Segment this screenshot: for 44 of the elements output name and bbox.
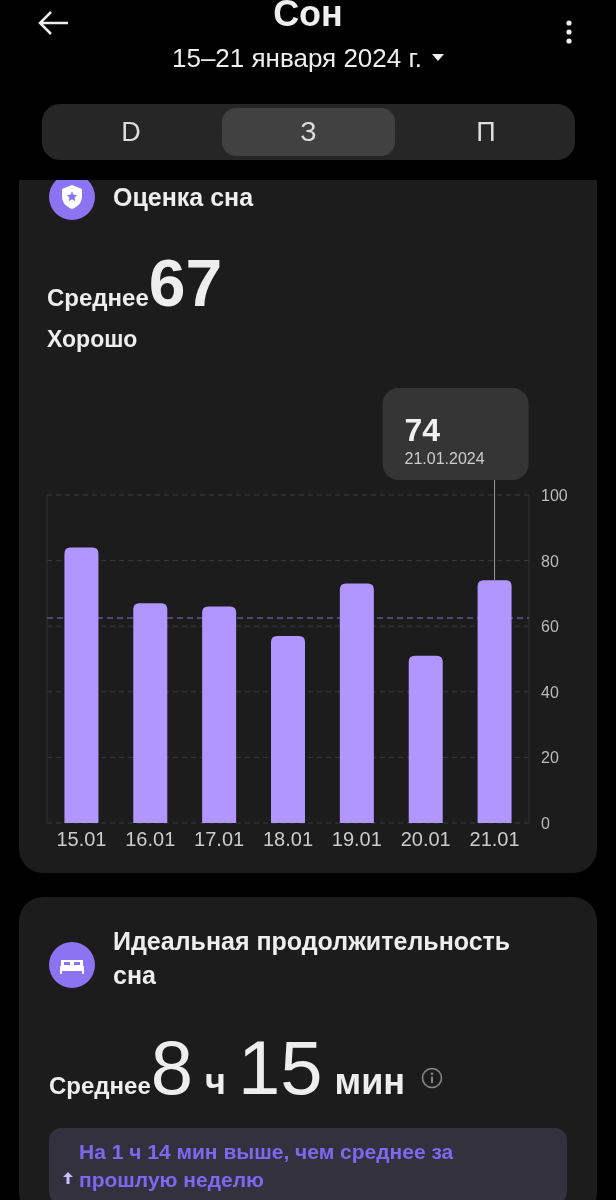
screen-title: Сон [273,0,343,36]
bar[interactable] [202,606,237,823]
period-tab[interactable]: П [401,108,571,156]
back-icon[interactable] [38,10,70,36]
axis-label: 0 [541,815,550,832]
card-title: Оценка сна [113,182,254,213]
shield-icon [49,180,95,220]
axis-label: 40 [541,683,559,701]
axis-label: 17.01 [194,828,245,850]
duration-unit: мин [334,1061,405,1103]
axis-label: 60 [541,618,559,636]
date-range[interactable]: 15–21 января 2024 г. [172,42,422,74]
tooltip-date: 21.01.2024 [404,450,485,467]
period-tab[interactable]: D [46,108,216,156]
average-label: Среднее [49,1072,151,1100]
bar[interactable] [477,580,512,823]
axis-label: 100 [541,487,568,504]
axis-label: 80 [541,552,559,570]
bar[interactable] [64,547,99,823]
average-label: Среднее [47,284,149,312]
duration-value: 15 [237,1028,323,1108]
comparison-text: На 1 ч 14 мин выше, чем среднее за прошлую неделю [79,1139,455,1193]
bar[interactable] [133,603,168,823]
axis-label: 15.01 [56,828,107,850]
info-icon[interactable] [421,1067,443,1089]
axis-label: 20 [541,749,559,767]
period-tab[interactable]: З [222,108,395,156]
duration-unit: ч [205,1061,226,1103]
card-title: Идеальная продолжительность сна [113,926,512,991]
rating-text: Хорошо [46,326,139,353]
caret-icon[interactable] [432,54,444,62]
bar[interactable] [339,583,374,823]
more-icon[interactable] [564,20,574,44]
axis-label: 21.01 [469,828,520,850]
axis-label: 16.01 [125,828,176,850]
average-score: 67 [148,248,223,318]
duration-value: 8 [150,1028,194,1108]
axis-label: 18.01 [262,828,314,850]
bed-icon [49,942,95,988]
bar[interactable] [408,655,443,823]
up-arrow-icon [63,1172,73,1184]
axis-label: 20.01 [400,828,451,850]
axis-label: 19.01 [331,828,382,850]
tooltip-value: 74 [404,412,441,448]
